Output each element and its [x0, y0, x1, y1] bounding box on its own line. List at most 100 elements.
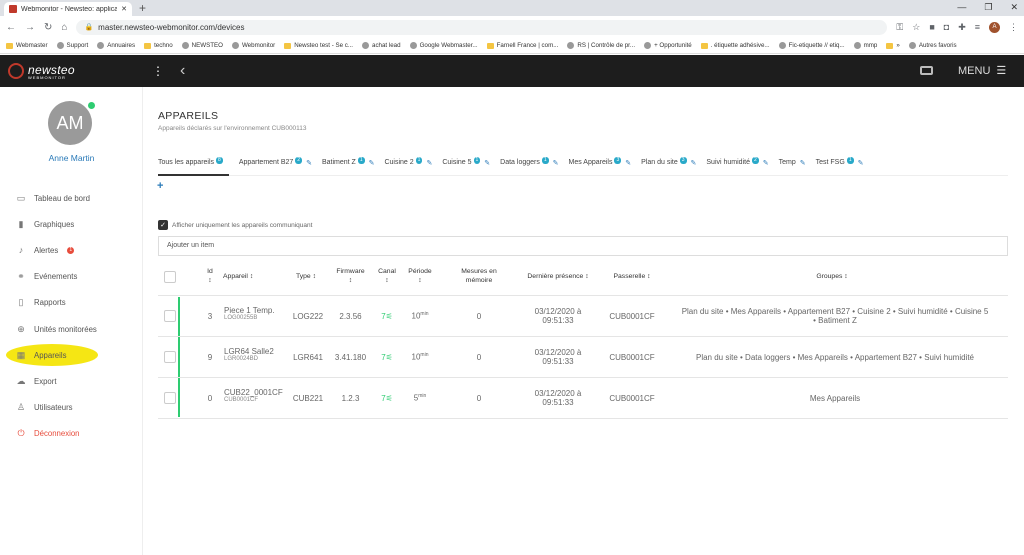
puzzle-icon[interactable]: ✚: [958, 22, 966, 33]
edit-pencil-icon[interactable]: ✎: [625, 159, 631, 167]
close-window-icon[interactable]: ✕: [1010, 2, 1018, 13]
table-row[interactable]: 0 CUB22_0001CF CUB0001CF CUB221 1.2.3 7⚟ 5min 0…: [158, 379, 1008, 419]
bookmark-item[interactable]: »: [886, 42, 900, 49]
key-icon[interactable]: ⚿: [896, 22, 903, 33]
edit-pencil-icon[interactable]: ✎: [800, 159, 806, 167]
bookmark-item[interactable]: Webmonitor: [231, 42, 275, 49]
bookmark-item[interactable]: Annuaires: [97, 42, 135, 49]
bookmark-item[interactable]: . étiquette adhésive...: [700, 42, 770, 49]
sidebar-item-3[interactable]: ♪ Alertes 1: [16, 237, 97, 263]
bookmark-item[interactable]: techno: [144, 42, 173, 49]
group-tab[interactable]: Batiment Z 1 ✎: [322, 155, 375, 176]
table-row[interactable]: 9 LGR64 Salle2 LGR0024BD LGR641 3.41.180 7⚟ 10…: [158, 338, 1008, 378]
user-avatar[interactable]: AM: [48, 101, 92, 145]
extension-icon[interactable]: ■: [929, 22, 934, 32]
col-passerelle[interactable]: Passerelle ↕: [604, 272, 660, 281]
back-icon[interactable]: ←: [6, 22, 16, 33]
shield-icon[interactable]: ◘: [944, 22, 949, 32]
col-periode[interactable]: Période ↕: [402, 267, 438, 285]
col-id[interactable]: Id ↕: [203, 267, 217, 285]
group-tab[interactable]: Appartement B27 2 ✎: [239, 155, 312, 176]
close-tab-icon[interactable]: ✕: [121, 5, 127, 13]
bookmark-item[interactable]: Newsteo test - Se c...: [284, 42, 353, 49]
new-tab-icon[interactable]: +: [139, 1, 146, 15]
profile-avatar[interactable]: A: [989, 21, 1000, 33]
bookmark-item[interactable]: Autres favoris: [908, 42, 957, 49]
group-tab-label: Temp: [778, 159, 796, 166]
user-name[interactable]: Anne Martin: [0, 153, 143, 163]
check-icon[interactable]: ✓: [158, 220, 168, 230]
device-name-cell[interactable]: CUB22_0001CF CUB0001CF: [224, 388, 294, 403]
edit-pencil-icon[interactable]: ✎: [369, 159, 375, 167]
menu-button[interactable]: MENU ☰: [958, 64, 1006, 78]
bookmark-item[interactable]: Webmaster: [6, 42, 48, 49]
col-firmware[interactable]: Firmware ↕: [328, 267, 373, 285]
col-groupes[interactable]: Groupes ↕: [662, 272, 1002, 281]
edit-pencil-icon[interactable]: ✎: [858, 159, 864, 167]
bookmark-item[interactable]: mmp: [853, 42, 877, 49]
sidebar-item-6[interactable]: ⊕ Unités monitorées: [16, 316, 97, 342]
home-icon[interactable]: ⌂: [61, 22, 67, 33]
sidebar-item-8[interactable]: ☁ Export: [16, 368, 97, 394]
group-tab[interactable]: Temp ✎: [779, 155, 806, 176]
bookmark-item[interactable]: Farnell France | com...: [486, 42, 558, 49]
col-type[interactable]: Type ↕: [290, 272, 322, 281]
edit-pencil-icon[interactable]: ✎: [763, 159, 769, 167]
forward-icon[interactable]: →: [25, 22, 35, 33]
minimize-icon[interactable]: —: [957, 2, 966, 13]
sidebar-item-1[interactable]: ▭ Tableau de bord: [16, 185, 97, 211]
row-checkbox[interactable]: [164, 392, 176, 404]
edit-pencil-icon[interactable]: ✎: [426, 159, 432, 167]
sidebar-item-9[interactable]: ♙ Utilisateurs: [16, 395, 97, 421]
communicating-filter[interactable]: ✓ Afficher uniquement les appareils comm…: [158, 220, 312, 230]
group-tab[interactable]: Test FSG 1 ✎: [816, 155, 864, 176]
group-tab[interactable]: Plan du site 3 ✎: [641, 155, 696, 176]
sidebar-item-7[interactable]: ▦ Appareils: [6, 342, 98, 368]
url-field[interactable]: 🔒 master.newsteo-webmonitor.com/devices: [76, 19, 888, 35]
star-icon[interactable]: ☆: [912, 22, 920, 33]
more-vertical-icon[interactable]: ⋮: [152, 64, 164, 78]
group-tab-label: Tous les appareils: [158, 159, 215, 166]
group-tab[interactable]: Mes Appareils 3 ✎: [569, 155, 631, 176]
group-tab[interactable]: Cuisine 5 1 ✎: [442, 155, 490, 176]
edit-pencil-icon[interactable]: ✎: [484, 159, 490, 167]
bookmark-item[interactable]: + Opportunité: [644, 42, 692, 49]
edit-pencil-icon[interactable]: ✎: [691, 159, 697, 167]
edit-pencil-icon[interactable]: ✎: [306, 159, 312, 167]
device-name-cell[interactable]: Piece 1 Temp. LOG00255B: [224, 306, 294, 321]
row-checkbox[interactable]: [164, 351, 176, 363]
reading-list-icon[interactable]: ≡: [975, 22, 980, 32]
sidebar-item-10[interactable]: ⏻ Déconnexion: [16, 421, 97, 447]
bookmark-item[interactable]: NEWSTEO: [181, 42, 223, 49]
row-checkbox[interactable]: [164, 310, 176, 322]
sidebar-item-2[interactable]: ▮ Graphiques: [16, 211, 97, 237]
col-appareil[interactable]: Appareil ↕: [223, 272, 273, 281]
edit-pencil-icon[interactable]: ✎: [553, 159, 559, 167]
bookmark-item[interactable]: Support: [56, 42, 88, 49]
group-tab[interactable]: Tous les appareils 8: [158, 155, 229, 176]
col-canal[interactable]: Canal ↕: [374, 267, 400, 285]
device-name-cell[interactable]: LGR64 Salle2 LGR0024BD: [224, 347, 294, 362]
bookmark-item[interactable]: Fic-etiquette // etiq...: [778, 42, 845, 49]
add-group-icon[interactable]: +: [157, 180, 163, 192]
groups: Mes Appareils: [662, 394, 1008, 403]
group-tab[interactable]: Suivi humidité 2 ✎: [706, 155, 769, 176]
select-all-checkbox[interactable]: [164, 271, 176, 283]
add-item-input[interactable]: Ajouter un item: [158, 236, 1008, 256]
newsteo-logo[interactable]: newsteo WEBMONITOR: [0, 63, 95, 80]
browser-tab[interactable]: Webmonitor - Newsteo: applicati ✕: [4, 2, 132, 16]
maximize-icon[interactable]: ❐: [984, 2, 992, 13]
youtube-icon[interactable]: [920, 66, 933, 75]
bookmark-item[interactable]: Google Webmaster...: [409, 42, 478, 49]
table-row[interactable]: 3 Piece 1 Temp. LOG00255B LOG222 2.3.56 7⚟ 10m…: [158, 297, 1008, 337]
reload-icon[interactable]: ↻: [44, 22, 52, 33]
col-presence[interactable]: Dernière présence ↕: [516, 272, 600, 281]
sidebar-item-5[interactable]: ▯ Rapports: [16, 290, 97, 316]
group-tab[interactable]: Data loggers 1 ✎: [500, 155, 559, 176]
bookmark-item[interactable]: RS | Contrôle de pr...: [567, 42, 635, 49]
collapse-chevron-icon[interactable]: ‹: [180, 62, 185, 80]
browser-menu-icon[interactable]: ⋮: [1009, 22, 1018, 33]
sidebar-item-4[interactable]: ⚭ Evénements: [16, 264, 97, 290]
bookmark-item[interactable]: achat lead: [362, 42, 401, 49]
group-tab[interactable]: Cuisine 2 1 ✎: [384, 155, 432, 176]
